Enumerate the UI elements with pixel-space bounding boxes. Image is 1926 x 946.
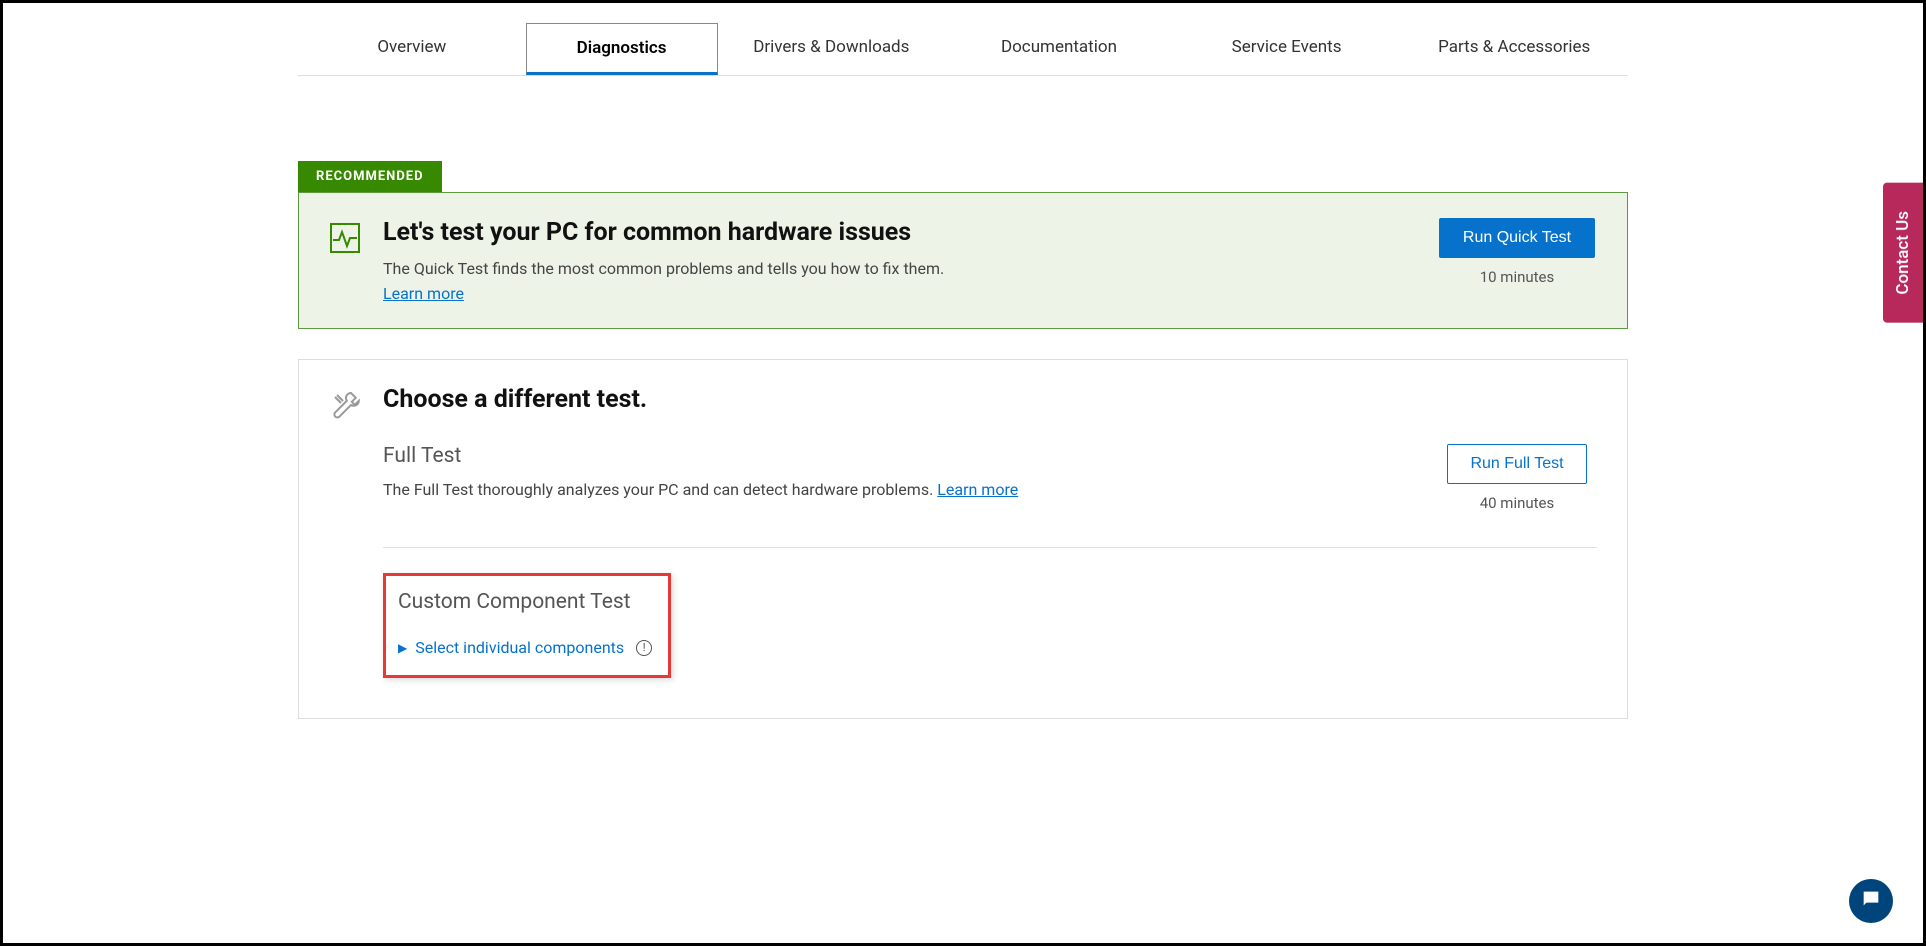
full-test-row: Full Test The Full Test thoroughly analy…	[383, 444, 1597, 537]
tools-icon	[329, 389, 361, 421]
quick-test-time: 10 minutes	[1480, 268, 1555, 286]
full-test-title: Full Test	[383, 444, 1437, 468]
select-components-toggle[interactable]: ▶ Select individual components !	[398, 638, 652, 657]
tab-overview[interactable]: Overview	[298, 23, 526, 75]
contact-us-tab[interactable]: Contact Us	[1883, 183, 1923, 323]
caret-right-icon: ▶	[398, 641, 407, 655]
recommended-badge: RECOMMENDED	[298, 161, 442, 192]
tab-documentation[interactable]: Documentation	[945, 23, 1173, 75]
tab-service-events[interactable]: Service Events	[1173, 23, 1401, 75]
tab-drivers-downloads[interactable]: Drivers & Downloads	[718, 23, 946, 75]
nav-tabs: Overview Diagnostics Drivers & Downloads…	[298, 23, 1628, 76]
custom-component-highlight: Custom Component Test ▶ Select individua…	[383, 573, 671, 678]
full-test-learn-more-link[interactable]: Learn more	[937, 480, 1018, 499]
tab-diagnostics[interactable]: Diagnostics	[526, 23, 718, 75]
quick-test-title: Let's test your PC for common hardware i…	[383, 218, 1415, 247]
quick-test-description: The Quick Test finds the most common pro…	[383, 259, 1415, 278]
divider	[383, 547, 1597, 548]
full-test-time: 40 minutes	[1480, 494, 1555, 512]
info-icon[interactable]: !	[636, 640, 652, 656]
chat-fab[interactable]	[1849, 879, 1893, 923]
select-components-label: Select individual components	[415, 638, 624, 657]
custom-component-title: Custom Component Test	[398, 590, 652, 614]
run-quick-test-button[interactable]: Run Quick Test	[1439, 218, 1595, 258]
run-full-test-button[interactable]: Run Full Test	[1447, 444, 1586, 484]
different-test-title: Choose a different test.	[383, 385, 1597, 414]
main-scroll-area[interactable]: Overview Diagnostics Drivers & Downloads…	[3, 3, 1923, 943]
quick-test-learn-more-link[interactable]: Learn more	[383, 284, 464, 303]
different-test-card: Choose a different test. Full Test The F…	[298, 359, 1628, 719]
quick-test-card: Let's test your PC for common hardware i…	[298, 192, 1628, 329]
tab-parts-accessories[interactable]: Parts & Accessories	[1400, 23, 1628, 75]
heartbeat-icon	[329, 222, 361, 254]
chat-icon	[1860, 888, 1882, 914]
full-test-description: The Full Test thoroughly analyzes your P…	[383, 480, 937, 499]
